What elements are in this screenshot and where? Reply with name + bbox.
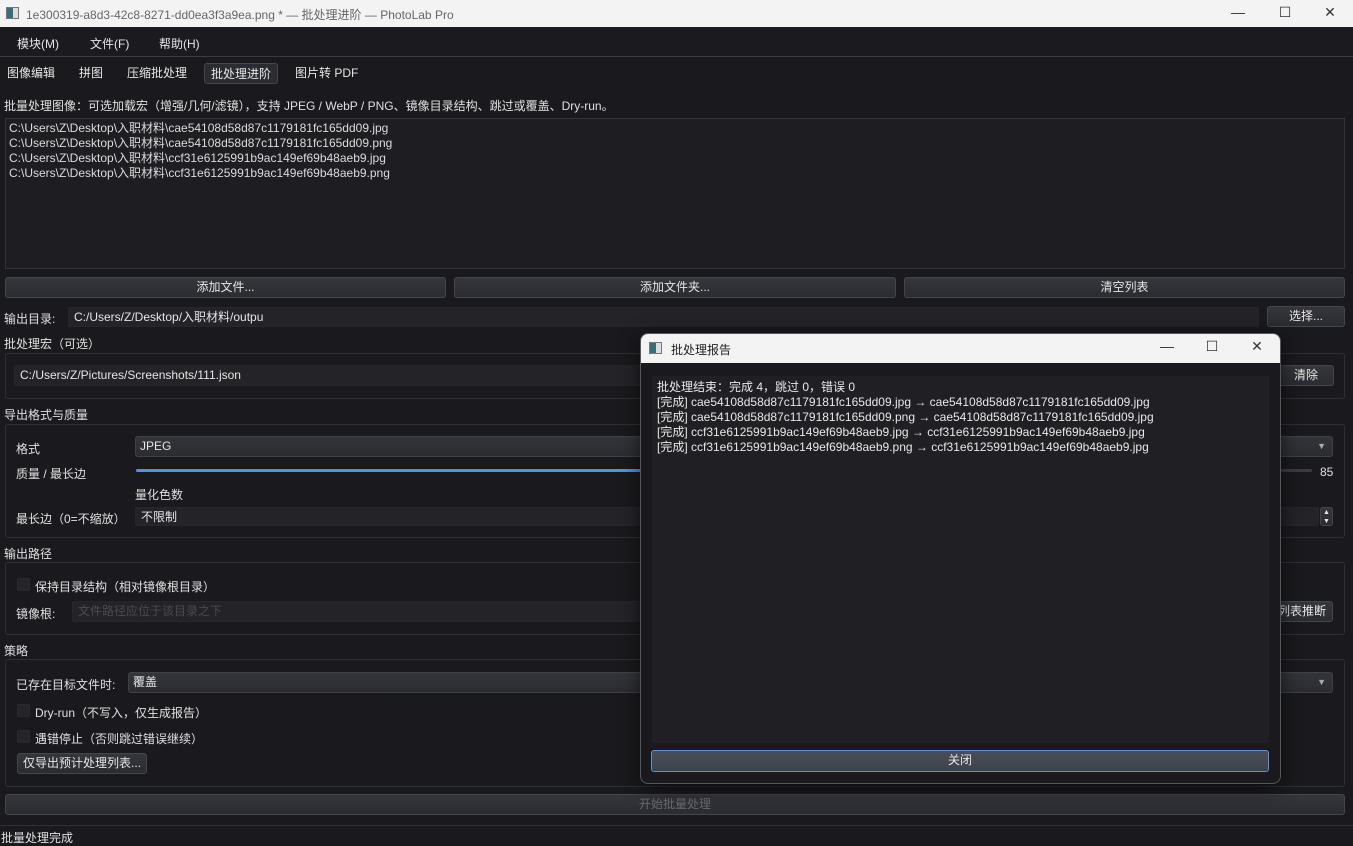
clear-list-button[interactable]: 清空列表 <box>904 277 1345 298</box>
output-dir-label: 输出目录: <box>4 312 56 326</box>
app-icon <box>6 7 19 19</box>
keep-structure-label: 保持目录结构（相对镜像根目录） <box>35 580 216 594</box>
report-line: [完成] ccf31e6125991b9ac149ef69b48aeb9.png… <box>657 440 1149 454</box>
tab-collage[interactable]: 拼图 <box>73 63 109 84</box>
window-titlebar: 1e300319-a8d3-42c8-8271-dd0ea3f3a9ea.png… <box>0 0 1353 27</box>
list-item[interactable]: C:\Users\Z\Desktop\入职材料\cae54108d58d87c1… <box>9 136 1341 151</box>
dialog-titlebar: 批处理报告 — ☐ ✕ <box>641 334 1280 363</box>
stop-on-error-label: 遇错停止（否则跳过错误继续） <box>35 732 204 746</box>
close-button[interactable]: ✕ <box>1307 0 1353 27</box>
export-plan-button[interactable]: 仅导出预计处理列表... <box>17 753 147 774</box>
menu-file[interactable]: 文件(F) <box>90 35 129 52</box>
clear-macro-button[interactable]: 清除 <box>1278 365 1334 386</box>
status-divider <box>0 825 1353 826</box>
chevron-down-icon: ▼ <box>1317 677 1326 687</box>
tab-compress-batch[interactable]: 压缩批处理 <box>121 63 193 84</box>
file-list[interactable]: C:\Users\Z\Desktop\入职材料\cae54108d58d87c1… <box>5 118 1345 269</box>
start-batch-button[interactable]: 开始批量处理 <box>5 794 1345 815</box>
dryrun-label: Dry-run（不写入，仅生成报告） <box>35 706 208 720</box>
format-group-title: 导出格式与质量 <box>4 408 89 422</box>
minimize-button[interactable]: — <box>1215 0 1261 27</box>
menu-bar: 模块(M) 文件(F) 帮助(H) <box>0 27 1353 57</box>
mirror-root-label: 镜像根: <box>16 607 56 621</box>
quant-colors-label: 量化色数 <box>135 488 184 502</box>
output-dir-input[interactable]: C:/Users/Z/Desktop/入职材料/outpu <box>68 307 1259 327</box>
exists-policy-value: 覆盖 <box>133 675 158 689</box>
tab-image-to-pdf[interactable]: 图片转 PDF <box>289 63 364 84</box>
strategy-group-title: 策略 <box>4 644 29 658</box>
format-label: 格式 <box>16 442 41 456</box>
max-edge-label: 最长边（0=不缩放） <box>16 512 126 526</box>
maximize-button[interactable]: ☐ <box>1262 0 1308 27</box>
choose-output-button[interactable]: 选择... <box>1267 306 1345 327</box>
menu-module[interactable]: 模块(M) <box>17 35 59 52</box>
dryrun-checkbox[interactable] <box>17 704 30 717</box>
spin-arrows-icon[interactable]: ▲ ▼ <box>1320 507 1333 526</box>
add-files-button[interactable]: 添加文件... <box>5 277 446 298</box>
dialog-close-icon[interactable]: ✕ <box>1234 334 1280 363</box>
report-text[interactable]: 批处理结束：完成 4，跳过 0，错误 0 [完成] cae54108d58d87… <box>652 376 1269 743</box>
format-value: JPEG <box>140 439 172 453</box>
list-item[interactable]: C:\Users\Z\Desktop\入职材料\cae54108d58d87c1… <box>9 121 1341 136</box>
stop-on-error-checkbox[interactable] <box>17 730 30 743</box>
tab-batch-advanced[interactable]: 批处理进阶 <box>204 63 279 84</box>
quality-label: 质量 / 最长边 <box>16 467 87 481</box>
chevron-down-icon: ▼ <box>1317 441 1326 451</box>
report-line: 批处理结束：完成 4，跳过 0，错误 0 <box>657 380 856 394</box>
output-path-group-title: 输出路径 <box>4 547 53 561</box>
dialog-close-button[interactable]: 关闭 <box>651 750 1269 772</box>
exists-label: 已存在目标文件时: <box>16 678 116 692</box>
list-item[interactable]: C:\Users\Z\Desktop\入职材料\ccf31e6125991b9a… <box>9 151 1341 166</box>
report-line: [完成] cae54108d58d87c1179181fc165dd09.jpg… <box>657 395 1150 409</box>
status-text: 批量处理完成 <box>1 831 74 845</box>
tab-image-edit[interactable]: 图像编辑 <box>1 63 61 84</box>
menu-help[interactable]: 帮助(H) <box>159 35 200 52</box>
report-line: [完成] ccf31e6125991b9ac149ef69b48aeb9.jpg… <box>657 425 1145 439</box>
add-folder-button[interactable]: 添加文件夹... <box>454 277 896 298</box>
window-title: 1e300319-a8d3-42c8-8271-dd0ea3f3a9ea.png… <box>26 8 454 22</box>
dialog-maximize-button[interactable]: ☐ <box>1189 334 1235 363</box>
report-line: [完成] cae54108d58d87c1179181fc165dd09.png… <box>657 410 1154 424</box>
page-description: 批量处理图像：可选加载宏（增强/几何/滤镜），支持 JPEG / WebP / … <box>4 99 614 113</box>
keep-structure-checkbox[interactable] <box>17 578 30 591</box>
quality-value: 85 <box>1320 465 1334 479</box>
dialog-minimize-button[interactable]: — <box>1144 334 1190 363</box>
dialog-title: 批处理报告 <box>671 343 732 357</box>
app-icon <box>649 342 662 354</box>
macro-group-title: 批处理宏（可选） <box>4 337 101 351</box>
batch-report-dialog: 批处理报告 — ☐ ✕ 批处理结束：完成 4，跳过 0，错误 0 [完成] ca… <box>640 333 1281 784</box>
list-item[interactable]: C:\Users\Z\Desktop\入职材料\ccf31e6125991b9a… <box>9 166 1341 181</box>
